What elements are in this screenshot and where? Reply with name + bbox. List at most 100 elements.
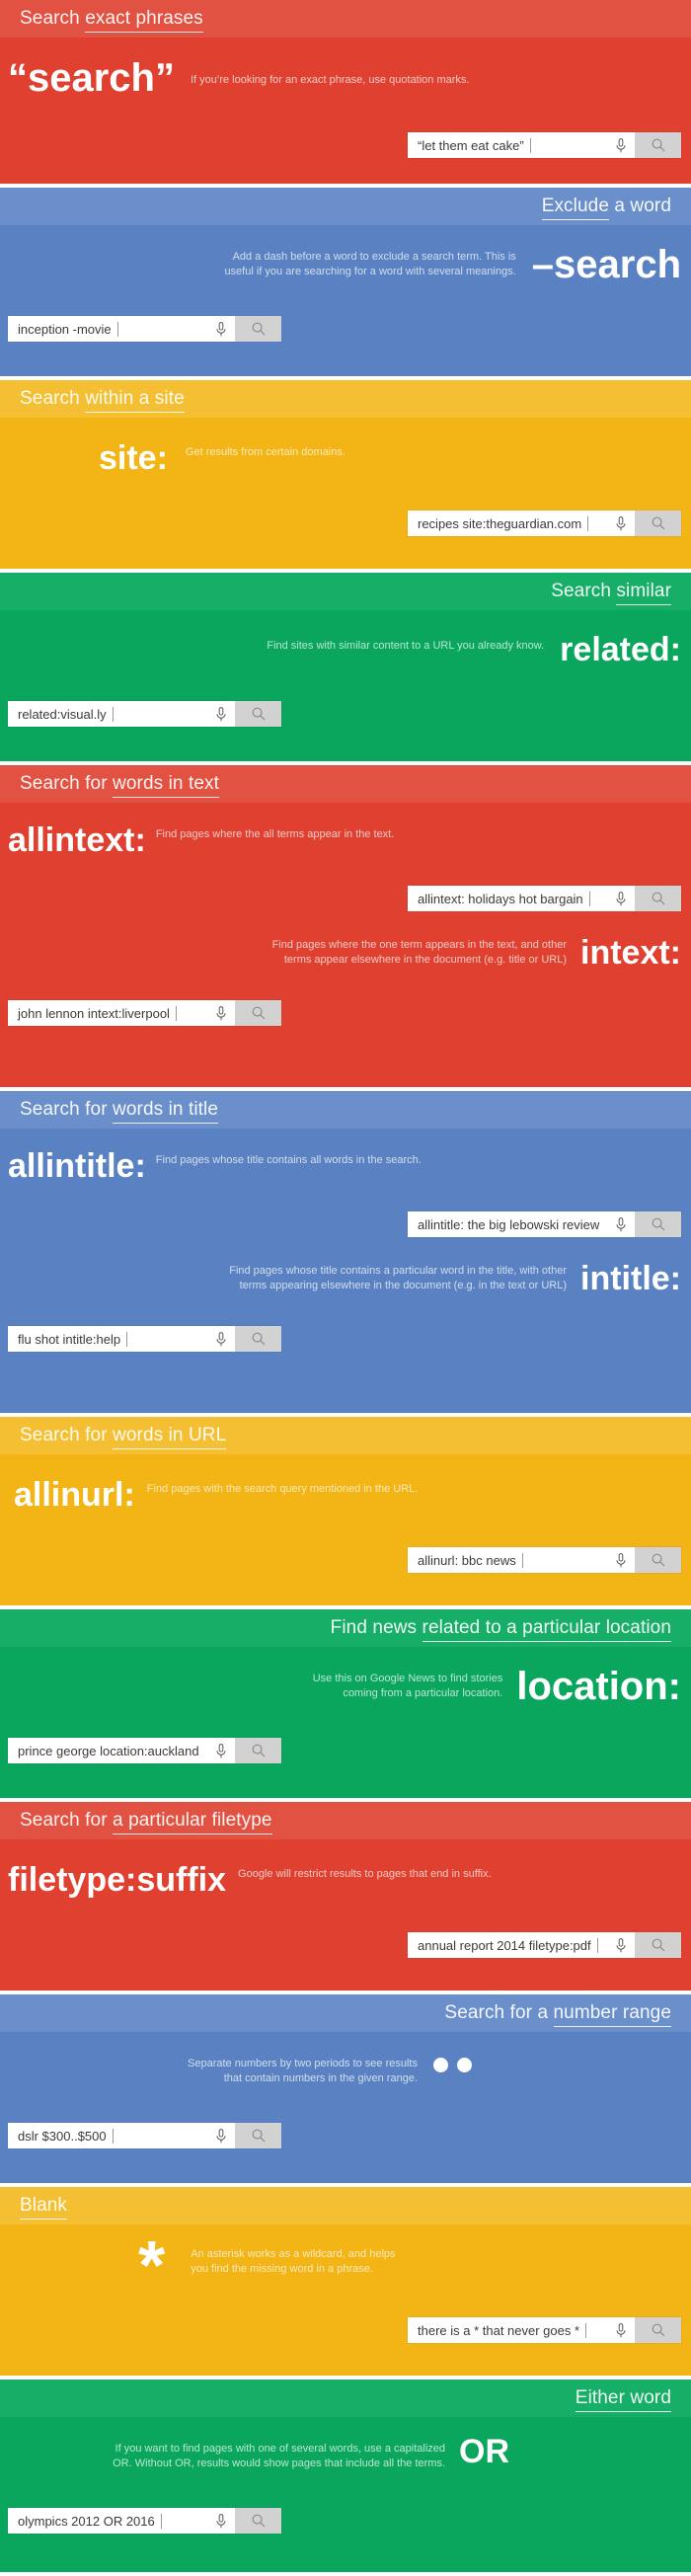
search-input-value: “let them eat cake” <box>418 137 524 153</box>
search-bar[interactable]: flu shot intitle:help <box>8 1326 281 1352</box>
microphone-icon[interactable] <box>207 1326 235 1352</box>
search-input[interactable]: “let them eat cake” <box>408 132 607 158</box>
text-caret <box>112 2128 114 2144</box>
operator-description: Use this on Google News to find stories … <box>312 1673 503 1699</box>
search-button[interactable] <box>235 1000 281 1026</box>
search-button[interactable] <box>635 1547 681 1573</box>
microphone-icon[interactable] <box>607 886 635 911</box>
search-input[interactable]: there is a * that never goes * <box>408 2317 607 2343</box>
operator-keyword: allinurl: <box>14 1475 135 1514</box>
microphone-icon[interactable] <box>607 2317 635 2343</box>
search-input[interactable]: inception -movie <box>8 316 207 342</box>
search-input[interactable]: olympics 2012 OR 2016 <box>8 2508 207 2534</box>
search-button[interactable] <box>635 132 681 158</box>
microphone-icon[interactable] <box>607 1547 635 1573</box>
search-input-value: allinurl: bbc news <box>418 1552 516 1568</box>
search-button[interactable] <box>635 886 681 911</box>
operator-description: Separate numbers by two periods to see r… <box>188 2058 418 2084</box>
microphone-icon[interactable] <box>207 316 235 342</box>
search-input[interactable]: john lennon intext:liverpool <box>8 1000 207 1026</box>
microphone-icon[interactable] <box>607 510 635 536</box>
panel-header: Search for words in title <box>0 1091 691 1129</box>
search-bar[interactable]: allinurl: bbc news <box>408 1547 681 1573</box>
search-button[interactable] <box>635 1932 681 1958</box>
operator-keyword: filetype:suffix <box>8 1860 227 1899</box>
search-button[interactable] <box>635 1211 681 1237</box>
panel-words-in-title: Search for words in title allintitle: Fi… <box>0 1091 691 1413</box>
text-caret <box>521 1552 523 1568</box>
search-input[interactable]: allinurl: bbc news <box>408 1547 607 1573</box>
panel-exclude-word: Exclude a word Add a dash before a word … <box>0 188 691 376</box>
search-button[interactable] <box>235 701 281 727</box>
search-input[interactable]: allintitle: the big lebowski review <box>408 1211 607 1237</box>
panel-news-location: Find news related to a particular locati… <box>0 1609 691 1798</box>
operator-description: If you’re looking for an exact phrase, u… <box>190 73 470 86</box>
panel-body: “search” If you’re looking for an exact … <box>0 38 691 158</box>
search-bar[interactable]: inception -movie <box>8 316 281 342</box>
panel-header-text: Search for a number range <box>444 2002 671 2027</box>
search-bar[interactable]: prince george location:auckland <box>8 1738 281 1763</box>
search-input-value: prince george location:auckland <box>18 1743 199 1758</box>
text-caret <box>112 706 114 722</box>
text-caret <box>588 891 590 906</box>
operator-description: Find pages whose title contains all word… <box>155 1153 422 1166</box>
panel-header-text: Search within a site <box>20 388 185 413</box>
panel-header-text: Blank <box>20 2195 68 2220</box>
operator-keyword: OR <box>459 2432 509 2470</box>
search-bar[interactable]: olympics 2012 OR 2016 <box>8 2508 281 2534</box>
panel-header: Search exact phrases <box>0 0 691 38</box>
search-bar[interactable]: dslr $300..$500 <box>8 2123 281 2148</box>
search-bar[interactable]: recipes site:theguardian.com <box>408 510 681 536</box>
search-input[interactable]: dslr $300..$500 <box>8 2123 207 2148</box>
search-bar[interactable]: there is a * that never goes * <box>408 2317 681 2343</box>
search-input[interactable]: related:visual.ly <box>8 701 207 727</box>
search-input-value: there is a * that never goes * <box>418 2322 580 2338</box>
panel-header-text: Search for words in URL <box>20 1425 227 1449</box>
microphone-icon[interactable] <box>207 2123 235 2148</box>
search-button[interactable] <box>635 510 681 536</box>
panel-body: * An asterisk works as a wildcard, and h… <box>0 2225 691 2343</box>
search-bar[interactable]: “let them eat cake” <box>408 132 681 158</box>
panel-header: Search for a number range <box>0 1994 691 2032</box>
search-button[interactable] <box>235 1738 281 1763</box>
text-caret <box>585 2322 587 2338</box>
text-caret <box>529 137 531 153</box>
microphone-icon[interactable] <box>607 1211 635 1237</box>
panel-header: Search for words in URL <box>0 1417 691 1454</box>
search-input[interactable]: allintext: holidays hot bargain <box>408 886 607 911</box>
panel-body: allinurl: Find pages with the search que… <box>0 1454 691 1573</box>
panel-header-text: Search for words in title <box>20 1099 219 1124</box>
search-input[interactable]: flu shot intitle:help <box>8 1326 207 1352</box>
period-dot <box>457 2057 472 2072</box>
panel-header-text: Search exact phrases <box>20 8 203 33</box>
panel-search-within-site: Search within a site site: Get results f… <box>0 380 691 569</box>
search-button[interactable] <box>235 1326 281 1352</box>
microphone-icon[interactable] <box>207 1738 235 1763</box>
operator-description: Google will restrict results to pages th… <box>238 1867 492 1880</box>
search-bar[interactable]: john lennon intext:liverpool <box>8 1000 281 1026</box>
operator-description: Add a dash before a word to exclude a se… <box>224 251 516 277</box>
search-input-value: olympics 2012 OR 2016 <box>18 2513 155 2529</box>
operator-description: An asterisk works as a wildcard, and hel… <box>191 2248 396 2275</box>
microphone-icon[interactable] <box>207 2508 235 2534</box>
microphone-icon[interactable] <box>207 1000 235 1026</box>
search-input[interactable]: annual report 2014 filetype:pdf <box>408 1932 607 1958</box>
microphone-icon[interactable] <box>607 1932 635 1958</box>
search-bar[interactable]: annual report 2014 filetype:pdf <box>408 1932 681 1958</box>
search-bar[interactable]: allintext: holidays hot bargain <box>408 886 681 911</box>
search-bar[interactable]: related:visual.ly <box>8 701 281 727</box>
microphone-icon[interactable] <box>607 132 635 158</box>
search-button[interactable] <box>635 2317 681 2343</box>
panel-header-text: Exclude a word <box>541 195 671 220</box>
search-input[interactable]: prince george location:auckland <box>8 1738 207 1763</box>
panel-header: Search for a particular filetype <box>0 1802 691 1839</box>
panel-header-text: Either word <box>575 2387 671 2412</box>
search-button[interactable] <box>235 2508 281 2534</box>
operator-keyword: allintext: <box>8 820 146 859</box>
text-caret <box>116 321 118 337</box>
search-bar[interactable]: allintitle: the big lebowski review <box>408 1211 681 1237</box>
search-input[interactable]: recipes site:theguardian.com <box>408 510 607 536</box>
microphone-icon[interactable] <box>207 701 235 727</box>
search-button[interactable] <box>235 2123 281 2148</box>
search-button[interactable] <box>235 316 281 342</box>
